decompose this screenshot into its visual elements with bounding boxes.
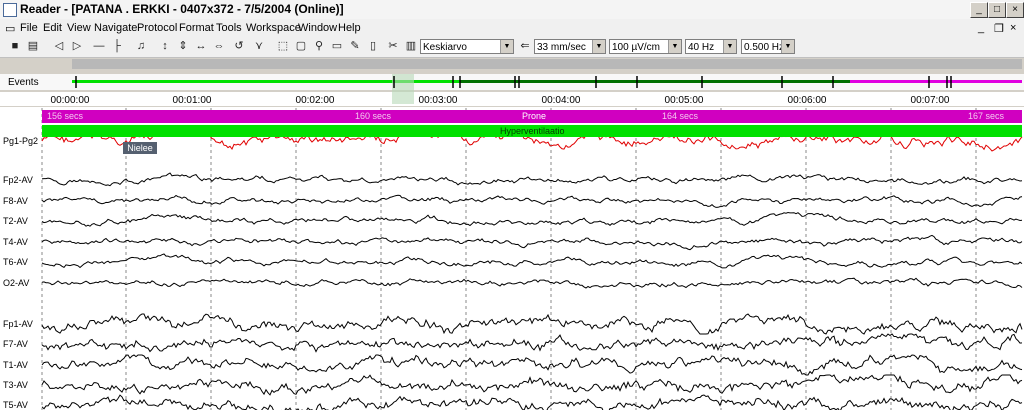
eeg-trace-t4-av [41,234,1023,251]
eeg-trace-t5-av [41,394,1023,410]
channel-label[interactable]: F7-AV [3,339,28,349]
channel-label[interactable]: O2-AV [3,278,29,288]
eeg-trace-f8-av [41,194,1023,208]
eeg-traces [41,130,1023,410]
annotation-label: Hyperventilaatio [500,126,565,136]
eeg-trace-t1-av [41,354,1023,376]
eeg-trace-fp1-av [41,313,1023,335]
eeg-trace-t6-av [41,253,1023,269]
channel-label[interactable]: T6-AV [3,257,28,267]
eeg-trace-t2-av [41,211,1023,227]
segment-label: Prone [522,111,547,121]
segment-label: 160 secs [355,111,392,121]
eeg-trace-t3-av [41,374,1023,396]
channel-label[interactable]: T5-AV [3,400,28,410]
channel-label[interactable]: F8-AV [3,196,28,206]
segment-label: 156 secs [47,111,84,121]
channel-label[interactable]: T3-AV [3,380,28,390]
segment-label: 167 secs [968,111,1005,121]
channel-label[interactable]: Fp1-AV [3,319,33,329]
segment-label: 164 secs [662,111,699,121]
eeg-overlay [41,74,1023,410]
channel-label[interactable]: Fp2-AV [3,175,33,185]
channel-label[interactable]: T1-AV [3,360,28,370]
channel-label[interactable]: T2-AV [3,216,28,226]
event-popup[interactable]: Nielee [123,142,157,154]
eeg-trace-fp2-av [41,172,1023,187]
time-gridlines [41,108,977,410]
eeg-trace-o2-av [41,277,1023,289]
channel-label[interactable]: T4-AV [3,237,28,247]
eeg-trace-f7-av [41,333,1023,353]
events-timeline [72,74,1022,104]
channel-label[interactable]: Pg1-Pg2 [3,136,38,146]
